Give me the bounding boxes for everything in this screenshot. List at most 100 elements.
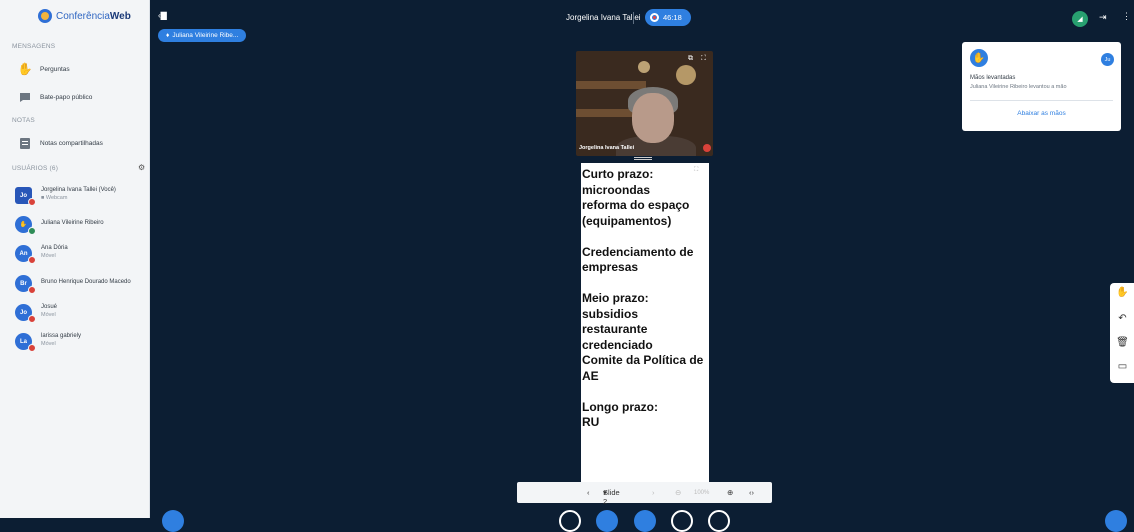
muted-mic-icon bbox=[28, 315, 36, 323]
chat-toggle-button[interactable] bbox=[1105, 510, 1127, 532]
zoom-in-icon[interactable]: ⊕ bbox=[727, 488, 733, 497]
hand-icon: ✋ bbox=[17, 62, 33, 76]
user-name: Juliana Vileirine Ribeiro bbox=[41, 220, 104, 226]
app-logo: ConferênciaWeb bbox=[38, 8, 131, 24]
zoom-out-icon[interactable]: ⊖ bbox=[675, 488, 681, 497]
slide-line: Credenciamento de bbox=[582, 244, 694, 259]
avatar: Ju bbox=[1101, 53, 1114, 66]
gear-icon[interactable]: ⚙ bbox=[138, 163, 145, 172]
muted-mic-icon bbox=[703, 144, 711, 152]
webcam-video[interactable]: ⧉ ⛶ Jorgelina Ivana Tallei bbox=[576, 51, 713, 156]
slide-line: RU bbox=[582, 415, 600, 429]
undo-icon[interactable]: ↶ bbox=[1116, 313, 1129, 326]
slide-line: empresas bbox=[582, 260, 639, 274]
user-name: Ana Dória bbox=[41, 245, 68, 251]
user-list-item[interactable]: Jo Jorgelina Ivana Tallei (Você) ■ Webca… bbox=[0, 183, 150, 209]
audio-button[interactable] bbox=[596, 510, 618, 532]
mic-button[interactable] bbox=[559, 510, 581, 532]
messages-section-title: MENSAGENS bbox=[12, 43, 56, 50]
slide-line: reforma do espaço bbox=[582, 198, 690, 212]
presenter-name: Juliana Vileirine Ribe... bbox=[172, 32, 239, 39]
raise-hand-notification: ✋ Ju Mãos levantadas Juliana Vileirine R… bbox=[962, 42, 1121, 131]
slide-line: Comite da Política de bbox=[582, 353, 704, 367]
record-icon bbox=[650, 13, 659, 22]
leave-icon[interactable]: ⇥ bbox=[1099, 12, 1107, 23]
notification-title: Mãos levantadas bbox=[970, 75, 1016, 81]
recording-timer: 46:18 bbox=[663, 13, 682, 22]
muted-mic-icon bbox=[28, 286, 36, 294]
chat-icon bbox=[18, 90, 32, 104]
raise-hand-button[interactable] bbox=[708, 510, 730, 532]
user-list-item[interactable]: ✋ Juliana Vileirine Ribeiro bbox=[0, 212, 150, 238]
slide-content: Curto prazo: microondas reforma do espaç… bbox=[582, 167, 706, 431]
meeting-title: Jorgelina Ivana Tallei bbox=[566, 13, 641, 22]
slide-line bbox=[582, 229, 706, 245]
slide-navigation-bar: ‹ Slide 2 ▾ › ⊖ 100% ⊕ ‹› bbox=[517, 482, 772, 506]
webcam-username: Jorgelina Ivana Tallei bbox=[579, 145, 635, 151]
actions-button[interactable] bbox=[162, 510, 184, 532]
user-name: Jorgelina Ivana Tallei (Você) bbox=[41, 187, 116, 193]
connection-status-icon[interactable]: ◢ bbox=[1072, 11, 1088, 27]
presenter-icon: ♦ bbox=[166, 32, 170, 39]
recording-indicator[interactable]: 46:18 bbox=[645, 9, 691, 26]
hand-tool-icon[interactable]: ✋ bbox=[1116, 287, 1129, 300]
divider bbox=[633, 12, 634, 24]
slide-line: (equipamentos) bbox=[582, 213, 672, 228]
user-list-item[interactable]: Br Bruno Henrique Dourado Macedo bbox=[0, 271, 150, 297]
user-name: Josué bbox=[41, 304, 58, 310]
slide-line bbox=[582, 276, 706, 292]
screenshare-button[interactable] bbox=[671, 510, 693, 532]
next-slide-icon[interactable]: › bbox=[652, 488, 655, 497]
fullscreen-icon[interactable]: ⛶ bbox=[701, 55, 710, 64]
sidebar-item-public-chat[interactable]: Bate-papo público bbox=[0, 86, 150, 108]
slide-line: Longo prazo: bbox=[582, 399, 658, 414]
mic-icon bbox=[28, 227, 36, 235]
webcam-background bbox=[576, 109, 636, 117]
muted-mic-icon bbox=[28, 344, 36, 352]
toggle-userlist-icon[interactable]: ‹▇ bbox=[158, 11, 172, 21]
user-status: Móvel bbox=[41, 312, 56, 318]
slide-line: microondas bbox=[582, 182, 651, 197]
slide-line bbox=[582, 384, 706, 400]
multi-user-whiteboard-icon[interactable]: ▭ bbox=[1116, 361, 1129, 374]
user-list-item[interactable]: La larissa gabriely Móvel bbox=[0, 329, 150, 355]
sidebar-item-label: Bate-papo público bbox=[40, 93, 93, 101]
slide-line: AE bbox=[582, 368, 599, 383]
presenter-pill[interactable]: ♦ Juliana Vileirine Ribe... bbox=[158, 29, 247, 42]
hand-icon: ✋ bbox=[970, 49, 988, 67]
slide-line: Curto prazo: bbox=[582, 167, 654, 181]
webcam-background bbox=[576, 81, 646, 89]
slide-line: Meio prazo: bbox=[582, 291, 649, 305]
webcam-person bbox=[632, 93, 674, 143]
sidebar-item-label: Perguntas bbox=[40, 65, 70, 73]
prev-slide-icon[interactable]: ‹ bbox=[587, 488, 590, 497]
user-status: ■ Webcam bbox=[41, 195, 68, 201]
slide-line: subsidios restaurante bbox=[582, 306, 648, 337]
sidebar-item-label: Notas compartilhadas bbox=[40, 139, 103, 147]
lower-hands-button[interactable]: Abaixar as mãos bbox=[962, 110, 1121, 117]
zoom-level: 100% bbox=[694, 489, 710, 496]
sidebar: ConferênciaWeb MENSAGENS ✋ Perguntas Bat… bbox=[0, 0, 150, 518]
notification-message: Juliana Vileirine Ribeiro levantou a mão bbox=[970, 84, 1067, 90]
more-options-icon[interactable]: ⋮ bbox=[1122, 11, 1131, 22]
resize-handle[interactable] bbox=[634, 157, 652, 160]
logo-icon bbox=[38, 9, 52, 23]
user-list-item[interactable]: An Ana Dória Móvel bbox=[0, 241, 150, 267]
user-list-item[interactable]: Jo Josué Móvel bbox=[0, 300, 150, 326]
slide-selector[interactable]: Slide 2 ▾ bbox=[603, 488, 620, 506]
trash-icon[interactable]: 🗑 bbox=[1116, 337, 1129, 350]
sidebar-item-questions[interactable]: ✋ Perguntas bbox=[0, 58, 150, 80]
muted-mic-icon bbox=[28, 198, 36, 206]
presentation-slide[interactable]: ⛶ Curto prazo: microondas reforma do esp… bbox=[581, 163, 709, 483]
sidebar-item-shared-notes[interactable]: Notas compartilhadas bbox=[0, 132, 150, 154]
muted-mic-icon bbox=[28, 256, 36, 264]
webcam-background bbox=[676, 65, 696, 85]
divider bbox=[970, 100, 1113, 101]
popout-icon[interactable]: ⧉ bbox=[688, 55, 697, 64]
user-name: Bruno Henrique Dourado Macedo bbox=[41, 279, 131, 285]
users-section-title: USUÁRIOS (6) bbox=[12, 165, 59, 172]
fit-width-icon[interactable]: ‹› bbox=[749, 488, 754, 497]
video-button[interactable] bbox=[634, 510, 656, 532]
notes-section-title: NOTAS bbox=[12, 117, 35, 124]
slide-line: credenciado bbox=[582, 337, 653, 352]
